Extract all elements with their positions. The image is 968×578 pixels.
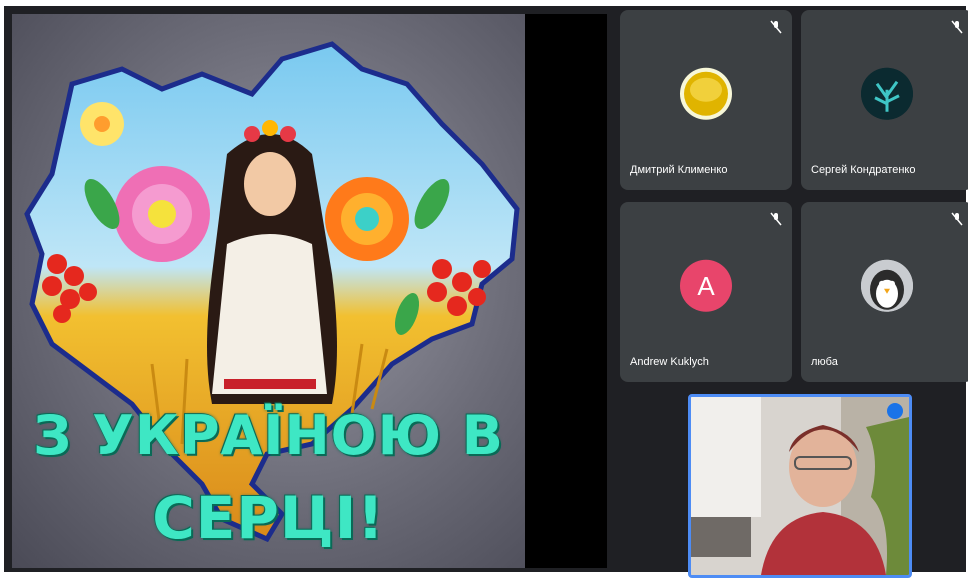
- yellow-flower-icon: [80, 102, 124, 146]
- active-speaker-video[interactable]: [688, 394, 912, 578]
- orange-flower-icon: [325, 177, 409, 261]
- mic-off-icon: [770, 20, 782, 34]
- slide-title-line1: З УКРАЇНОЮ В: [33, 404, 504, 467]
- teal-plant-photo-icon: [861, 67, 913, 120]
- avatar-letter: A: [680, 259, 732, 312]
- slide-title-line2: СЕРЦІ!: [152, 484, 385, 552]
- participant-name: Сергей Кондратенко: [811, 164, 916, 176]
- participant-name: Дмитрий Клименко: [630, 164, 728, 176]
- participant-name: люба: [811, 356, 838, 368]
- shared-presentation[interactable]: З УКРАЇНОЮ В СЕРЦІ!: [12, 14, 525, 568]
- pink-flower-icon: [114, 166, 210, 262]
- participant-tile[interactable]: A Andrew Kuklych: [620, 202, 792, 382]
- participant-tile[interactable]: люба: [801, 202, 968, 382]
- participant-tile[interactable]: Дмитрий Клименко: [620, 10, 792, 190]
- participant-tile[interactable]: Сергей Кондратенко: [801, 10, 968, 190]
- avatar: [861, 259, 913, 312]
- speaker-video-frame: [691, 397, 909, 575]
- presentation-letterbox: [525, 14, 607, 568]
- avatar: [680, 67, 732, 120]
- participant-name: Andrew Kuklych: [630, 356, 709, 368]
- avatar: [861, 67, 913, 120]
- mic-off-icon: [770, 212, 782, 226]
- meeting-stage: З УКРАЇНОЮ В СЕРЦІ! Дмитрий Клименко Сер…: [4, 6, 968, 578]
- speaking-indicator-icon: [887, 403, 903, 419]
- mic-off-icon: [951, 212, 963, 226]
- yellow-disc-photo-icon: [684, 71, 728, 116]
- mic-off-icon: [951, 20, 963, 34]
- penguin-photo-icon: [861, 259, 913, 312]
